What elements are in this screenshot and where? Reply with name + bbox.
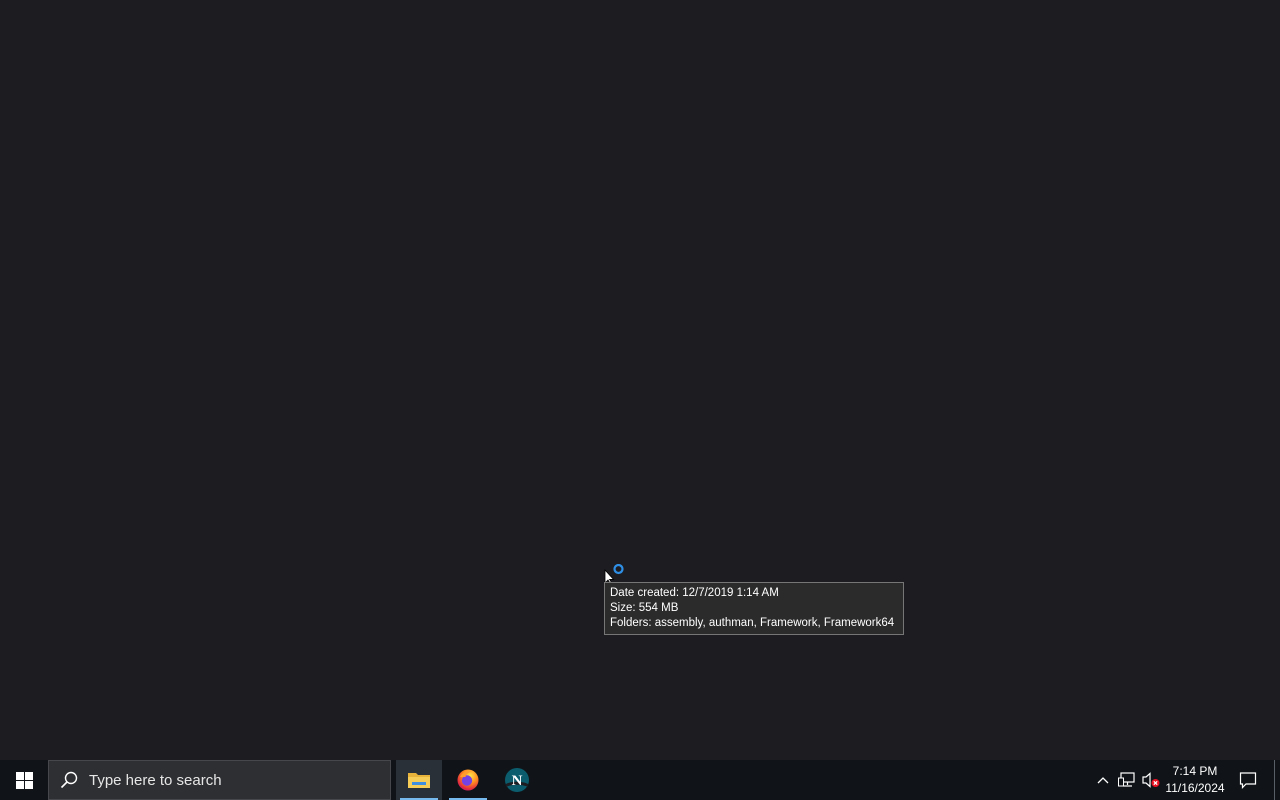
tooltip-folders: Folders: assembly, authman, Framework, F…	[610, 617, 895, 629]
firefox-icon	[457, 769, 479, 791]
clock-time: 7:14 PM	[1172, 764, 1218, 778]
taskbar-clock[interactable]: 7:14 PM 11/16/2024	[1160, 760, 1230, 800]
busy-cursor-icon	[604, 564, 624, 584]
start-button[interactable]	[0, 760, 48, 800]
taskbar-app-firefox[interactable]	[445, 760, 491, 800]
tooltip-date-created: Date created: 12/7/2019 1:14 AM	[610, 587, 779, 599]
file-explorer-icon	[408, 773, 430, 788]
action-center-button[interactable]	[1234, 760, 1262, 800]
show-desktop-button[interactable]	[1274, 760, 1280, 800]
search-icon	[59, 770, 79, 790]
notifications-icon	[1239, 772, 1257, 789]
windows-logo-icon	[15, 771, 33, 789]
chevron-up-icon	[1097, 777, 1109, 784]
search-placeholder: Type here to search	[89, 771, 222, 789]
tooltip-size: Size: 554 MB	[610, 602, 679, 614]
folder-info-tooltip: Date created: 12/7/2019 1:14 AM Size: 55…	[604, 582, 904, 635]
volume-muted-icon	[1142, 772, 1160, 788]
network-icon	[1118, 772, 1135, 787]
taskbar: Type here to search N 7:14 PM 11/16/2024	[0, 760, 1280, 800]
taskbar-search-box[interactable]: Type here to search	[48, 760, 391, 800]
show-hidden-icons-button[interactable]	[1094, 760, 1112, 800]
clock-date: 11/16/2024	[1165, 781, 1225, 795]
taskbar-app-netscape[interactable]: N	[494, 760, 540, 800]
svg-text:N: N	[512, 773, 523, 789]
taskbar-app-file-explorer[interactable]	[396, 760, 442, 800]
desktop[interactable]: Date created: 12/7/2019 1:14 AM Size: 55…	[0, 0, 1280, 760]
network-tray-button[interactable]	[1116, 760, 1138, 800]
volume-tray-button[interactable]	[1140, 760, 1162, 800]
netscape-icon: N	[505, 768, 529, 792]
